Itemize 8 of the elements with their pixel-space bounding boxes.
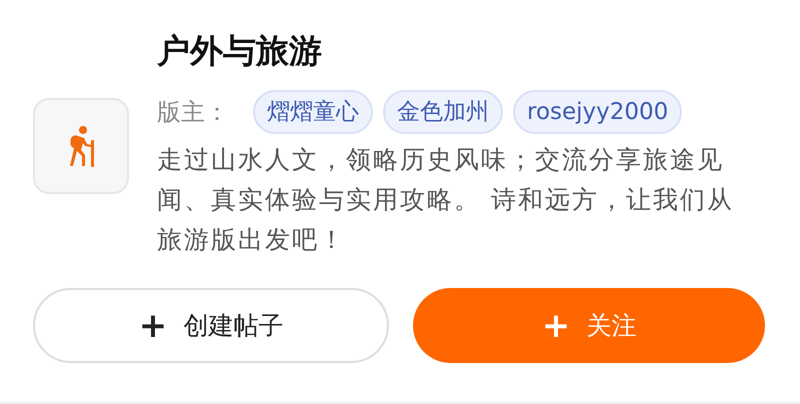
moderator-tag[interactable]: 金色加州 (383, 90, 503, 134)
moderator-tag[interactable]: rosejyy2000 (513, 90, 682, 134)
create-post-button[interactable]: + 创建帖子 (33, 288, 389, 363)
moderator-tag[interactable]: 熠熠童心 (253, 90, 373, 134)
follow-button[interactable]: + 关注 (413, 288, 765, 363)
moderators-label: 版主： (157, 97, 229, 128)
forum-title: 户外与旅游 (157, 30, 323, 72)
forum-description: 走过山水人文，领略历史风味；交流分享旅途见闻、真实体验与实用攻略。 诗和远方，让我们从旅游版出发吧！ (157, 144, 735, 256)
